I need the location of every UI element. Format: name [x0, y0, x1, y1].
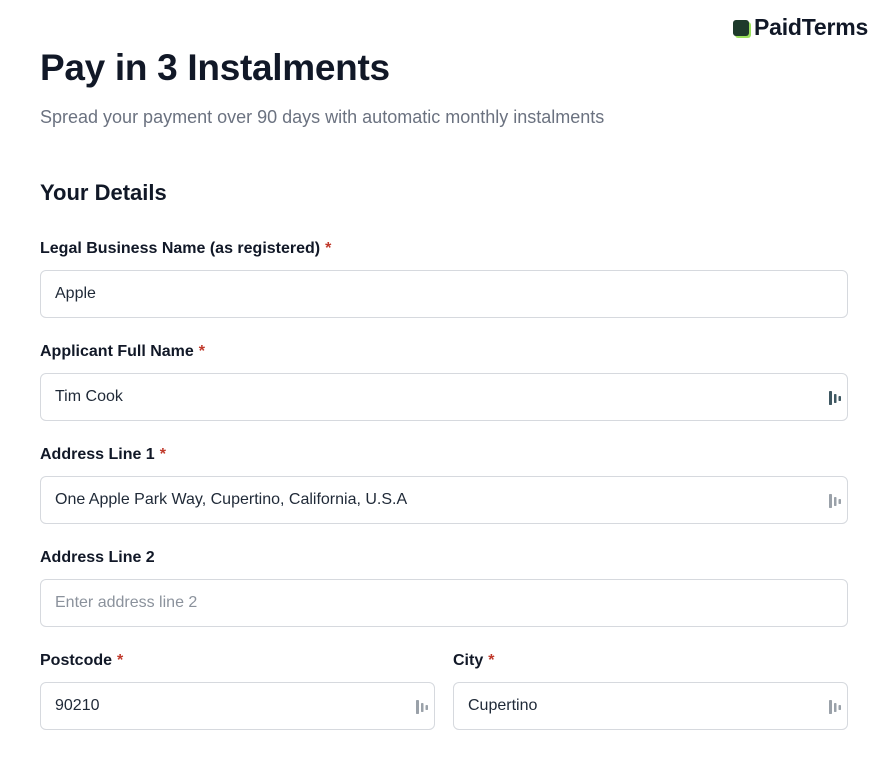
required-asterisk: * — [159, 446, 166, 463]
postcode-input[interactable] — [41, 683, 434, 729]
postcode-field-wrapper — [40, 682, 435, 730]
address-line-1-label: Address Line 1 * — [40, 446, 166, 464]
address-line-1-label-text: Address Line 1 — [40, 446, 155, 463]
city-label-text: City — [453, 652, 484, 669]
required-asterisk: * — [488, 652, 495, 669]
autofill-icon[interactable] — [829, 493, 841, 509]
autofill-icon[interactable] — [416, 699, 428, 715]
address-line-2-label-text: Address Line 2 — [40, 549, 155, 566]
address-line-1-field-wrapper — [40, 476, 848, 524]
page-subtitle: Spread your payment over 90 days with au… — [40, 107, 605, 127]
business-name-field-wrapper — [40, 270, 848, 318]
required-asterisk: * — [325, 240, 332, 257]
autofill-icon[interactable] — [829, 390, 841, 406]
brand-logo-icon — [733, 19, 749, 36]
brand-logo: PaidTerms — [733, 14, 868, 41]
address-line-2-input[interactable] — [41, 580, 847, 626]
autofill-icon[interactable] — [829, 699, 841, 715]
applicant-name-label-text: Applicant Full Name — [40, 343, 194, 360]
postcode-label: Postcode * — [40, 652, 123, 670]
business-name-input[interactable] — [41, 271, 847, 317]
page-title: Pay in 3 Instalments — [40, 47, 390, 88]
required-asterisk: * — [117, 652, 124, 669]
business-name-label-text: Legal Business Name (as registered) — [40, 240, 321, 257]
address-line-2-label: Address Line 2 — [40, 549, 155, 567]
section-title: Your Details — [40, 180, 167, 205]
brand-name: PaidTerms — [754, 14, 869, 40]
required-asterisk: * — [198, 343, 206, 360]
address-line-1-input[interactable] — [41, 477, 847, 523]
applicant-name-field-wrapper — [40, 373, 848, 421]
city-input[interactable] — [454, 683, 847, 729]
business-name-label: Legal Business Name (as registered) * — [40, 240, 331, 258]
applicant-name-input[interactable] — [41, 374, 847, 420]
city-field-wrapper — [453, 682, 848, 730]
applicant-name-label: Applicant Full Name * — [40, 343, 205, 361]
city-label: City * — [453, 652, 494, 670]
postcode-label-text: Postcode — [40, 652, 113, 669]
address-line-2-field-wrapper — [40, 579, 848, 627]
